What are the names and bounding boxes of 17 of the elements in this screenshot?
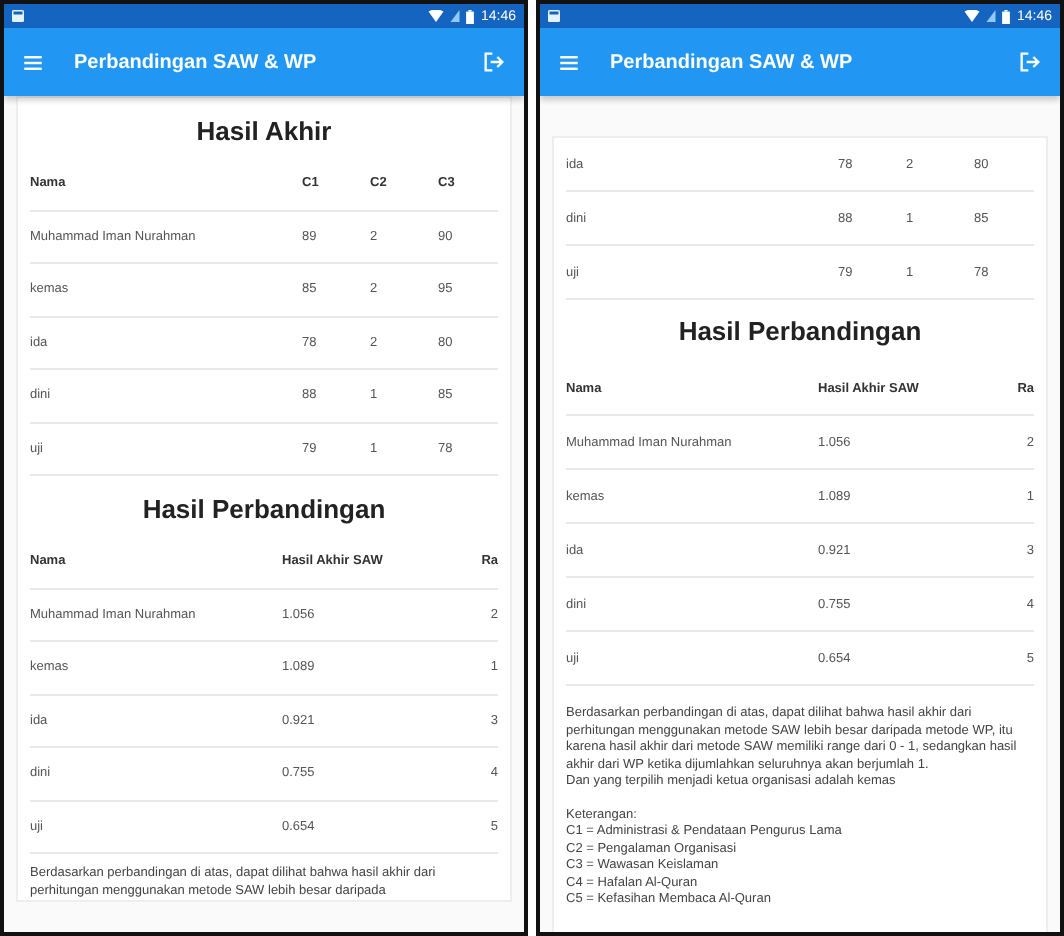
signal-icon (986, 10, 997, 22)
notification-icon (12, 10, 24, 22)
battery-icon (1002, 9, 1011, 23)
wifi-icon (428, 10, 445, 22)
signal-icon (450, 10, 461, 22)
menu-icon[interactable] (24, 55, 42, 69)
wifi-icon (964, 10, 981, 22)
notification-icon (548, 10, 560, 22)
menu-icon[interactable] (560, 55, 578, 69)
section-heading: Hasil Perbandingan (142, 492, 386, 528)
app-title: Perbandingan SAW & WP (610, 51, 853, 73)
logout-icon[interactable] (1020, 52, 1040, 72)
battery-icon (466, 9, 475, 23)
logout-icon[interactable] (484, 52, 504, 72)
section-heading: Hasil Akhir (196, 114, 332, 150)
app-title: Perbandingan SAW & WP (74, 51, 317, 73)
section-heading: Hasil Perbandingan (678, 314, 922, 350)
